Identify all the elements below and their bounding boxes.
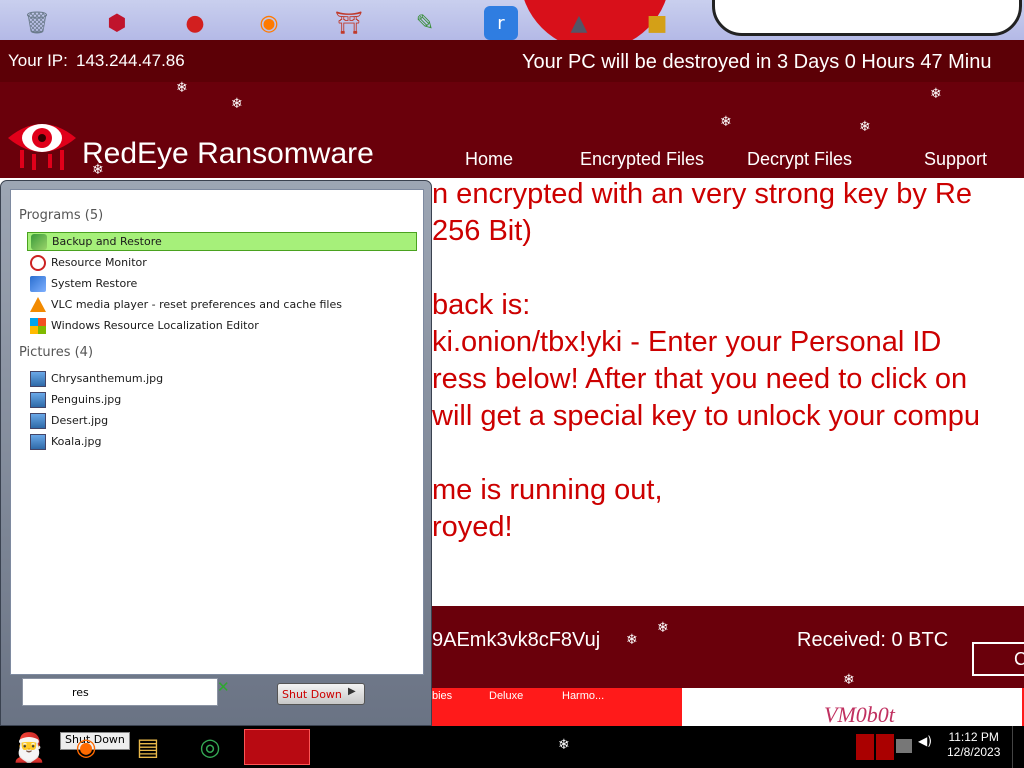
game-character-icon[interactable]: ● (178, 6, 212, 40)
shrine-app-icon[interactable]: ⛩ (332, 6, 366, 40)
windows-logo-icon (30, 317, 46, 334)
ransom-top-bar: Your IP: 143.244.47.86 Your PC will be d… (0, 40, 1024, 82)
shark-app-icon[interactable]: ▲ (562, 6, 596, 40)
result-backup-and-restore[interactable]: Backup and Restore (27, 232, 417, 251)
system-clock[interactable]: 11:12 PM 12/8/2023 (947, 730, 1000, 760)
message-line: royed! (432, 511, 513, 543)
ip-label: Your IP: (8, 51, 68, 70)
message-line: 256 Bit) (432, 215, 532, 247)
nav-home[interactable]: Home (465, 149, 513, 170)
message-line: n encrypted with an very strong key by R… (432, 178, 972, 210)
nav-encrypted-files[interactable]: Encrypted Files (580, 149, 704, 170)
message-line: me is running out, (432, 474, 663, 506)
ip-value: 143.244.47.86 (76, 51, 185, 70)
picture-file-icon (30, 433, 46, 450)
app-title: RedEye Ransomware (82, 137, 374, 170)
firefox-taskbar-icon[interactable]: ◉ (66, 729, 106, 765)
result-chrysanthemum[interactable]: Chrysanthemum.jpg (27, 369, 417, 388)
recycle-bin-icon[interactable]: 🗑 (20, 6, 54, 40)
result-label: Resource Monitor (51, 256, 147, 269)
roblox-app-icon[interactable]: r (484, 6, 518, 40)
backup-restore-icon (31, 233, 47, 250)
picture-file-icon (30, 412, 46, 429)
message-line: will get a special key to unlock your co… (432, 400, 981, 432)
check-payment-button[interactable]: C (972, 642, 1024, 676)
result-vlc-reset[interactable]: VLC media player - reset preferences and… (27, 295, 417, 314)
red-eye-logo-icon (8, 124, 76, 170)
start-search-input[interactable]: res (22, 678, 218, 706)
picture-file-icon (30, 370, 46, 387)
tray-app-icon[interactable] (856, 734, 874, 760)
result-penguins[interactable]: Penguins.jpg (27, 390, 417, 409)
clock-date: 12/8/2023 (947, 745, 1001, 759)
message-line: back is: (432, 289, 531, 321)
message-line: ress below! After that you need to click… (432, 363, 968, 395)
chevron-right-icon[interactable]: ▶ (348, 686, 362, 702)
result-label: Backup and Restore (52, 235, 162, 248)
desktop-icon-label[interactable]: Deluxe (489, 690, 523, 702)
result-label: Windows Resource Localization Editor (51, 319, 259, 332)
firefox-desktop-icon[interactable]: ◉ (252, 6, 286, 40)
vlc-icon (30, 297, 46, 312)
search-results-pane: Programs (5) Backup and Restore Resource… (10, 189, 424, 675)
file-explorer-icon[interactable]: ▤ (128, 729, 168, 765)
decorative-sign (712, 0, 1022, 36)
desktop-background: 🗑 ⬢ ● ◉ ⛩ ✎ r ▲ ■ (0, 0, 1024, 42)
clear-search-icon[interactable]: ✕ (217, 678, 230, 696)
nav-decrypt-files[interactable]: Decrypt Files (747, 149, 852, 170)
nav-support[interactable]: Support (924, 149, 987, 170)
countdown-timer: Your PC will be destroyed in 3 Days 0 Ho… (522, 51, 992, 73)
volume-icon[interactable]: ◀) (918, 734, 936, 760)
notepad-app-icon[interactable]: ✎ (408, 6, 442, 40)
group-title-programs: Programs (5) (19, 208, 104, 223)
result-koala[interactable]: Koala.jpg (27, 432, 417, 451)
ransomware-taskbar-button[interactable] (244, 729, 310, 765)
start-menu: Programs (5) Backup and Restore Resource… (0, 180, 432, 726)
game-app-icon[interactable]: ⬢ (100, 6, 134, 40)
result-resource-localization-editor[interactable]: Windows Resource Localization Editor (27, 316, 417, 335)
resource-monitor-icon (30, 254, 46, 271)
result-label: Penguins.jpg (51, 393, 122, 406)
picture-file-icon (30, 391, 46, 408)
result-label: System Restore (51, 277, 138, 290)
tray-app-icon-2[interactable] (876, 734, 894, 760)
result-system-restore[interactable]: System Restore (27, 274, 417, 293)
result-label: VLC media player - reset preferences and… (51, 298, 342, 311)
chrome-icon[interactable]: ◎ (190, 729, 230, 765)
result-label: Koala.jpg (51, 435, 102, 448)
shutdown-label: Shut Down (282, 688, 342, 701)
system-restore-icon (30, 275, 46, 292)
btc-address: 9AEmk3vk8cF8Vuj (432, 629, 601, 651)
desktop-icon-label[interactable]: bies (432, 690, 452, 702)
shutdown-button[interactable]: Shut Down ▶ (277, 683, 365, 705)
message-line: ki.onion/tbx!yki - Enter your Personal I… (432, 326, 942, 358)
result-desert[interactable]: Desert.jpg (27, 411, 417, 430)
result-label: Desert.jpg (51, 414, 109, 427)
desktop-bottom-strip: bies Deluxe Harmo... VM0b0t (432, 688, 1024, 726)
start-button-santa-icon[interactable]: 🎅 (2, 726, 56, 768)
taskbar: 🎅 Shut Down ◉ ▤ ◎ ◀) 11:12 PM 12/8/2023 (0, 726, 1024, 768)
network-icon[interactable] (896, 739, 912, 753)
game-app-icon-2[interactable]: ■ (640, 6, 674, 40)
clock-time: 11:12 PM (948, 730, 999, 744)
desktop-icon-label[interactable]: Harmo... (562, 690, 604, 702)
result-resource-monitor[interactable]: Resource Monitor (27, 253, 417, 272)
poster-text: VM0b0t (824, 702, 895, 726)
received-amount: Received: 0 BTC (797, 629, 949, 651)
group-title-pictures: Pictures (4) (19, 345, 94, 360)
result-label: Chrysanthemum.jpg (51, 372, 164, 385)
show-desktop-button[interactable] (1012, 726, 1024, 768)
ransom-header: RedEye Ransomware Home Encrypted Files D… (0, 82, 1024, 178)
